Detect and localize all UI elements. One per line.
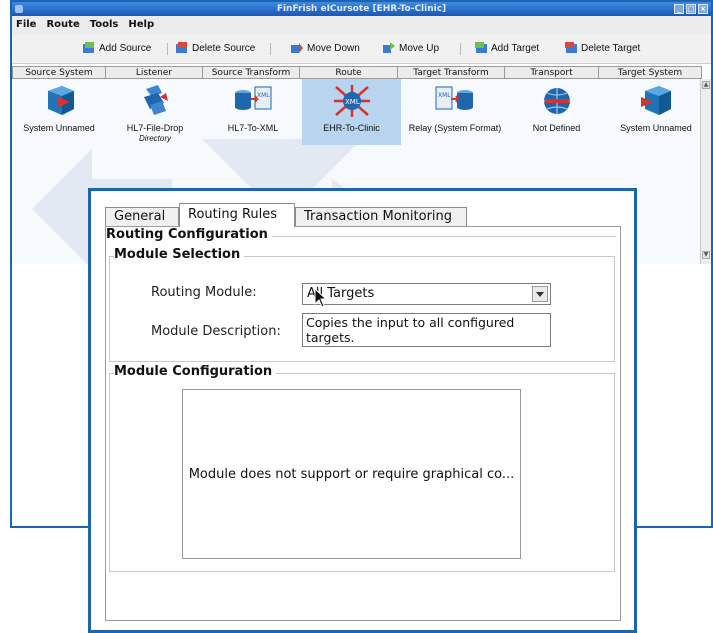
stage-label: HL7-File-Drop <box>126 123 184 133</box>
column-header-transport: Transport <box>504 66 599 79</box>
maximize-button[interactable]: □ <box>686 4 696 14</box>
delete-target-icon <box>565 42 577 53</box>
menu-route[interactable]: Route <box>46 16 79 34</box>
add-source-icon <box>83 42 94 53</box>
column-header-listener: Listener <box>105 66 203 79</box>
tab-general[interactable]: General <box>105 207 179 226</box>
window-controls: _ □ × <box>674 4 708 14</box>
tab-transaction-monitoring[interactable]: Transaction Monitoring <box>295 207 467 226</box>
move-up-label: Move Up <box>399 42 440 54</box>
stage-listener[interactable]: HL7-File-Drop Directory <box>106 79 204 145</box>
column-header-route: Route <box>299 66 398 79</box>
stage-label: HL7-To-XML <box>227 123 279 133</box>
svg-text:XML: XML <box>345 98 360 106</box>
routing-rules-panel: Routing Configuration Module Selection R… <box>105 226 621 621</box>
stage-label: System Unnamed <box>23 123 95 133</box>
minimize-button[interactable]: _ <box>674 4 684 14</box>
module-configuration-heading: Module Configuration <box>114 364 277 379</box>
vertical-scrollbar[interactable]: ▲ ▼ <box>700 79 711 264</box>
file-drop-listener-icon <box>144 85 168 115</box>
delete-target-button[interactable]: Delete Target <box>564 41 640 55</box>
column-header-source-transform: Source Transform <box>202 66 300 79</box>
menu-tools[interactable]: Tools <box>90 16 119 34</box>
stage-source-system[interactable]: System Unnamed <box>12 79 106 145</box>
stage-label: Not Defined <box>532 123 581 133</box>
stage-sublabel: Directory <box>138 134 171 143</box>
add-target-icon <box>475 42 487 53</box>
stage-label: EHR-To-Clinic <box>323 123 380 133</box>
toolbar-separator <box>460 43 461 55</box>
window-title: FinFrish eICursote [EHR-To-Clinic] <box>276 4 447 14</box>
toolbar-separator <box>270 43 271 55</box>
column-header-target-system: Target System <box>598 66 702 79</box>
delete-target-label: Delete Target <box>581 42 641 54</box>
svg-text:XML: XML <box>438 92 451 99</box>
toolbar-separator <box>167 43 168 55</box>
close-button[interactable]: × <box>698 4 708 14</box>
add-target-button[interactable]: Add Target <box>474 41 539 55</box>
app-icon <box>15 5 23 13</box>
stage-transport[interactable]: Not Defined <box>509 79 604 145</box>
menu-bar: File Route Tools Help <box>12 16 711 34</box>
mouse-cursor-icon <box>314 288 328 308</box>
scroll-up-icon[interactable]: ▲ <box>702 81 710 89</box>
move-down-icon <box>291 43 303 53</box>
svg-text:XML: XML <box>257 92 270 99</box>
chevron-down-icon[interactable] <box>532 286 548 302</box>
add-target-label: Add Target <box>491 42 540 54</box>
stage-target-system[interactable]: System Unnamed <box>604 79 708 145</box>
delete-source-label: Delete Source <box>192 42 256 54</box>
move-down-button[interactable]: Move Down <box>290 41 360 55</box>
add-source-button[interactable]: Add Source <box>82 41 151 55</box>
system-cube-icon <box>641 86 671 115</box>
routing-configuration-heading: Routing Configuration <box>106 227 272 242</box>
column-headers: Source System Listener Source Transform … <box>12 66 711 79</box>
scroll-down-icon[interactable]: ▼ <box>702 251 710 259</box>
module-description-label: Module Description: <box>151 324 281 339</box>
stage-target-transform[interactable]: XML Relay (System Format) <box>401 79 509 145</box>
stage-label: Relay (System Format) <box>408 123 502 133</box>
stage-source-transform[interactable]: XML HL7-To-XML <box>204 79 302 145</box>
module-description-field: Copies the input to all configured targe… <box>302 313 551 347</box>
move-down-label: Move Down <box>307 42 360 54</box>
move-up-icon <box>383 42 395 53</box>
menu-file[interactable]: File <box>16 16 36 34</box>
xml-transform-icon: XML <box>235 86 272 110</box>
module-configuration-placeholder: Module does not support or require graph… <box>182 389 521 559</box>
stage-label: System Unnamed <box>620 123 692 133</box>
route-stage-row: System Unnamed HL7-File-Drop Directory X… <box>12 79 708 145</box>
delete-source-icon <box>176 42 187 53</box>
menu-help[interactable]: Help <box>128 16 154 34</box>
xml-relay-icon: XML <box>435 86 473 110</box>
route-properties-dialog: General Routing Rules Transaction Monito… <box>88 188 637 633</box>
stage-route[interactable]: XML EHR-To-Clinic <box>302 79 401 145</box>
routing-module-label: Routing Module: <box>151 285 257 300</box>
xml-route-icon: XML <box>333 85 370 117</box>
add-source-label: Add Source <box>99 42 152 54</box>
column-header-target-transform: Target Transform <box>397 66 505 79</box>
column-header-source-system: Source System <box>12 66 106 79</box>
module-selection-heading: Module Selection <box>114 247 245 262</box>
routing-module-select[interactable]: All Targets <box>302 283 551 305</box>
move-up-button[interactable]: Move Up <box>382 41 439 55</box>
delete-source-button[interactable]: Delete Source <box>175 41 255 55</box>
tab-routing-rules[interactable]: Routing Rules <box>179 203 295 227</box>
toolbar: Add Source Delete Source Move Down Move … <box>12 34 711 64</box>
system-cube-icon <box>48 86 74 115</box>
title-bar: FinFrish eICursote [EHR-To-Clinic] _ □ × <box>12 2 711 16</box>
globe-transport-icon <box>543 88 570 114</box>
